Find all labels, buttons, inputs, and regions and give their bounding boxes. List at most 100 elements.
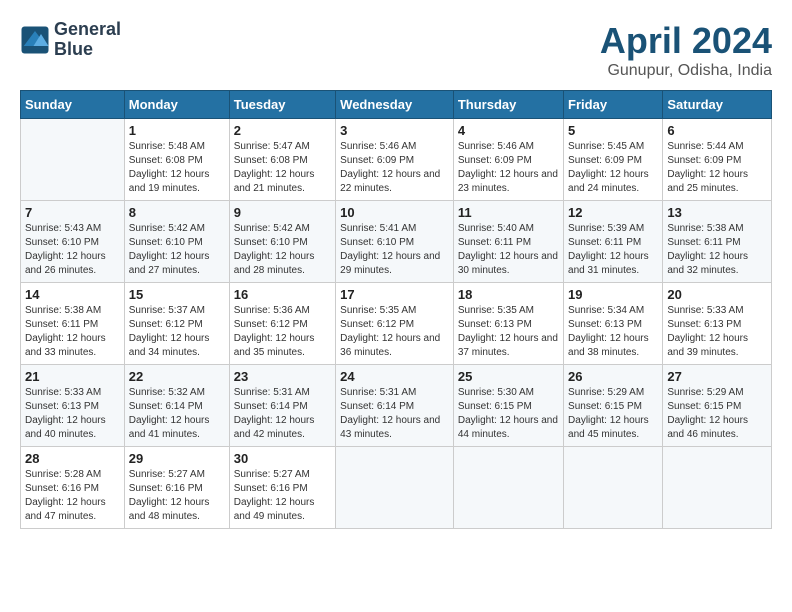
calendar-cell: 30Sunrise: 5:27 AM Sunset: 6:16 PM Dayli… xyxy=(229,447,335,529)
day-info: Sunrise: 5:27 AM Sunset: 6:16 PM Dayligh… xyxy=(129,468,225,524)
weekday-header-thursday: Thursday xyxy=(453,91,563,119)
calendar-cell: 7Sunrise: 5:43 AM Sunset: 6:10 PM Daylig… xyxy=(21,201,125,283)
day-info: Sunrise: 5:31 AM Sunset: 6:14 PM Dayligh… xyxy=(340,386,449,442)
day-number: 22 xyxy=(129,369,225,384)
day-number: 11 xyxy=(458,205,559,220)
calendar-cell: 8 Sunrise: 5:42 AM Sunset: 6:10 PM Daylig… xyxy=(124,201,229,283)
day-number: 3 xyxy=(340,123,449,138)
day-info: Sunrise: 5:35 AM Sunset: 6:12 PM Dayligh… xyxy=(340,304,449,360)
day-info: Sunrise: 5:41 AM Sunset: 6:10 PM Dayligh… xyxy=(340,222,449,278)
day-info: Sunrise: 5:43 AM Sunset: 6:10 PM Dayligh… xyxy=(25,222,120,278)
weekday-header-saturday: Saturday xyxy=(663,91,772,119)
day-info: Sunrise: 5:27 AM Sunset: 6:16 PM Dayligh… xyxy=(234,468,331,524)
day-info: Sunrise: 5:42 AM Sunset: 6:10 PM Dayligh… xyxy=(129,222,225,278)
day-info: Sunrise: 5:45 AM Sunset: 6:09 PM Dayligh… xyxy=(568,140,658,196)
logo-line1: General xyxy=(54,20,121,40)
calendar-cell: 19 Sunrise: 5:34 AM Sunset: 6:13 PM Dayli… xyxy=(564,283,663,365)
day-info: Sunrise: 5:40 AM Sunset: 6:11 PM Dayligh… xyxy=(458,222,559,278)
day-number: 1 xyxy=(129,123,225,138)
calendar-cell: 24 Sunrise: 5:31 AM Sunset: 6:14 PM Dayli… xyxy=(336,365,454,447)
calendar-cell: 28Sunrise: 5:28 AM Sunset: 6:16 PM Dayli… xyxy=(21,447,125,529)
calendar-cell: 14 Sunrise: 5:38 AM Sunset: 6:11 PM Dayli… xyxy=(21,283,125,365)
calendar-week-row: 7Sunrise: 5:43 AM Sunset: 6:10 PM Daylig… xyxy=(21,201,772,283)
day-info: Sunrise: 5:44 AM Sunset: 6:09 PM Dayligh… xyxy=(667,140,767,196)
day-info: Sunrise: 5:38 AM Sunset: 6:11 PM Dayligh… xyxy=(667,222,767,278)
calendar-cell: 11 Sunrise: 5:40 AM Sunset: 6:11 PM Dayli… xyxy=(453,201,563,283)
calendar-cell: 1 Sunrise: 5:48 AM Sunset: 6:08 PM Daylig… xyxy=(124,119,229,201)
weekday-header-tuesday: Tuesday xyxy=(229,91,335,119)
day-info: Sunrise: 5:35 AM Sunset: 6:13 PM Dayligh… xyxy=(458,304,559,360)
day-number: 29 xyxy=(129,451,225,466)
day-info: Sunrise: 5:38 AM Sunset: 6:11 PM Dayligh… xyxy=(25,304,120,360)
calendar-title: April 2024 xyxy=(600,20,772,62)
day-number: 24 xyxy=(340,369,449,384)
calendar-cell: 23 Sunrise: 5:31 AM Sunset: 6:14 PM Dayli… xyxy=(229,365,335,447)
weekday-header-monday: Monday xyxy=(124,91,229,119)
day-number: 27 xyxy=(667,369,767,384)
day-info: Sunrise: 5:47 AM Sunset: 6:08 PM Dayligh… xyxy=(234,140,331,196)
day-number: 14 xyxy=(25,287,120,302)
day-info: Sunrise: 5:34 AM Sunset: 6:13 PM Dayligh… xyxy=(568,304,658,360)
calendar-cell: 17Sunrise: 5:35 AM Sunset: 6:12 PM Dayli… xyxy=(336,283,454,365)
day-number: 21 xyxy=(25,369,120,384)
calendar-cell xyxy=(21,119,125,201)
day-number: 4 xyxy=(458,123,559,138)
day-number: 2 xyxy=(234,123,331,138)
calendar-cell: 15 Sunrise: 5:37 AM Sunset: 6:12 PM Dayli… xyxy=(124,283,229,365)
weekday-header-friday: Friday xyxy=(564,91,663,119)
day-info: Sunrise: 5:46 AM Sunset: 6:09 PM Dayligh… xyxy=(458,140,559,196)
day-info: Sunrise: 5:32 AM Sunset: 6:14 PM Dayligh… xyxy=(129,386,225,442)
calendar-cell: 26Sunrise: 5:29 AM Sunset: 6:15 PM Dayli… xyxy=(564,365,663,447)
day-number: 23 xyxy=(234,369,331,384)
day-number: 13 xyxy=(667,205,767,220)
calendar-week-row: 14 Sunrise: 5:38 AM Sunset: 6:11 PM Dayli… xyxy=(21,283,772,365)
calendar-cell: 27 Sunrise: 5:29 AM Sunset: 6:15 PM Dayli… xyxy=(663,365,772,447)
calendar-cell: 2 Sunrise: 5:47 AM Sunset: 6:08 PM Daylig… xyxy=(229,119,335,201)
calendar-cell: 12 Sunrise: 5:39 AM Sunset: 6:11 PM Dayli… xyxy=(564,201,663,283)
calendar-week-row: 28Sunrise: 5:28 AM Sunset: 6:16 PM Dayli… xyxy=(21,447,772,529)
calendar-cell: 21 Sunrise: 5:33 AM Sunset: 6:13 PM Dayli… xyxy=(21,365,125,447)
day-number: 10 xyxy=(340,205,449,220)
logo-icon xyxy=(20,25,50,55)
day-number: 15 xyxy=(129,287,225,302)
calendar-cell: 20 Sunrise: 5:33 AM Sunset: 6:13 PM Dayli… xyxy=(663,283,772,365)
day-info: Sunrise: 5:39 AM Sunset: 6:11 PM Dayligh… xyxy=(568,222,658,278)
weekday-header-wednesday: Wednesday xyxy=(336,91,454,119)
calendar-cell: 13 Sunrise: 5:38 AM Sunset: 6:11 PM Dayli… xyxy=(663,201,772,283)
day-number: 16 xyxy=(234,287,331,302)
day-number: 12 xyxy=(568,205,658,220)
calendar-cell: 25Sunrise: 5:30 AM Sunset: 6:15 PM Dayli… xyxy=(453,365,563,447)
day-number: 28 xyxy=(25,451,120,466)
calendar-cell: 6 Sunrise: 5:44 AM Sunset: 6:09 PM Daylig… xyxy=(663,119,772,201)
day-info: Sunrise: 5:31 AM Sunset: 6:14 PM Dayligh… xyxy=(234,386,331,442)
day-number: 26 xyxy=(568,369,658,384)
calendar-cell: 5Sunrise: 5:45 AM Sunset: 6:09 PM Daylig… xyxy=(564,119,663,201)
calendar-cell: 16Sunrise: 5:36 AM Sunset: 6:12 PM Dayli… xyxy=(229,283,335,365)
calendar-cell: 4 Sunrise: 5:46 AM Sunset: 6:09 PM Daylig… xyxy=(453,119,563,201)
calendar-cell: 22 Sunrise: 5:32 AM Sunset: 6:14 PM Dayli… xyxy=(124,365,229,447)
day-info: Sunrise: 5:29 AM Sunset: 6:15 PM Dayligh… xyxy=(667,386,767,442)
day-info: Sunrise: 5:30 AM Sunset: 6:15 PM Dayligh… xyxy=(458,386,559,442)
logo-line2: Blue xyxy=(54,40,121,60)
calendar-cell: 18 Sunrise: 5:35 AM Sunset: 6:13 PM Dayli… xyxy=(453,283,563,365)
day-number: 6 xyxy=(667,123,767,138)
day-info: Sunrise: 5:37 AM Sunset: 6:12 PM Dayligh… xyxy=(129,304,225,360)
day-info: Sunrise: 5:46 AM Sunset: 6:09 PM Dayligh… xyxy=(340,140,449,196)
calendar-cell xyxy=(453,447,563,529)
day-number: 19 xyxy=(568,287,658,302)
day-number: 8 xyxy=(129,205,225,220)
page-header: General Blue April 2024 Gunupur, Odisha,… xyxy=(20,20,772,80)
day-number: 20 xyxy=(667,287,767,302)
day-number: 9 xyxy=(234,205,331,220)
calendar-subtitle: Gunupur, Odisha, India xyxy=(600,62,772,80)
logo: General Blue xyxy=(20,20,121,60)
day-info: Sunrise: 5:33 AM Sunset: 6:13 PM Dayligh… xyxy=(667,304,767,360)
day-number: 18 xyxy=(458,287,559,302)
title-block: April 2024 Gunupur, Odisha, India xyxy=(600,20,772,80)
weekday-header-sunday: Sunday xyxy=(21,91,125,119)
logo-text: General Blue xyxy=(54,20,121,60)
calendar-cell xyxy=(663,447,772,529)
day-info: Sunrise: 5:33 AM Sunset: 6:13 PM Dayligh… xyxy=(25,386,120,442)
day-info: Sunrise: 5:48 AM Sunset: 6:08 PM Dayligh… xyxy=(129,140,225,196)
calendar-cell xyxy=(336,447,454,529)
